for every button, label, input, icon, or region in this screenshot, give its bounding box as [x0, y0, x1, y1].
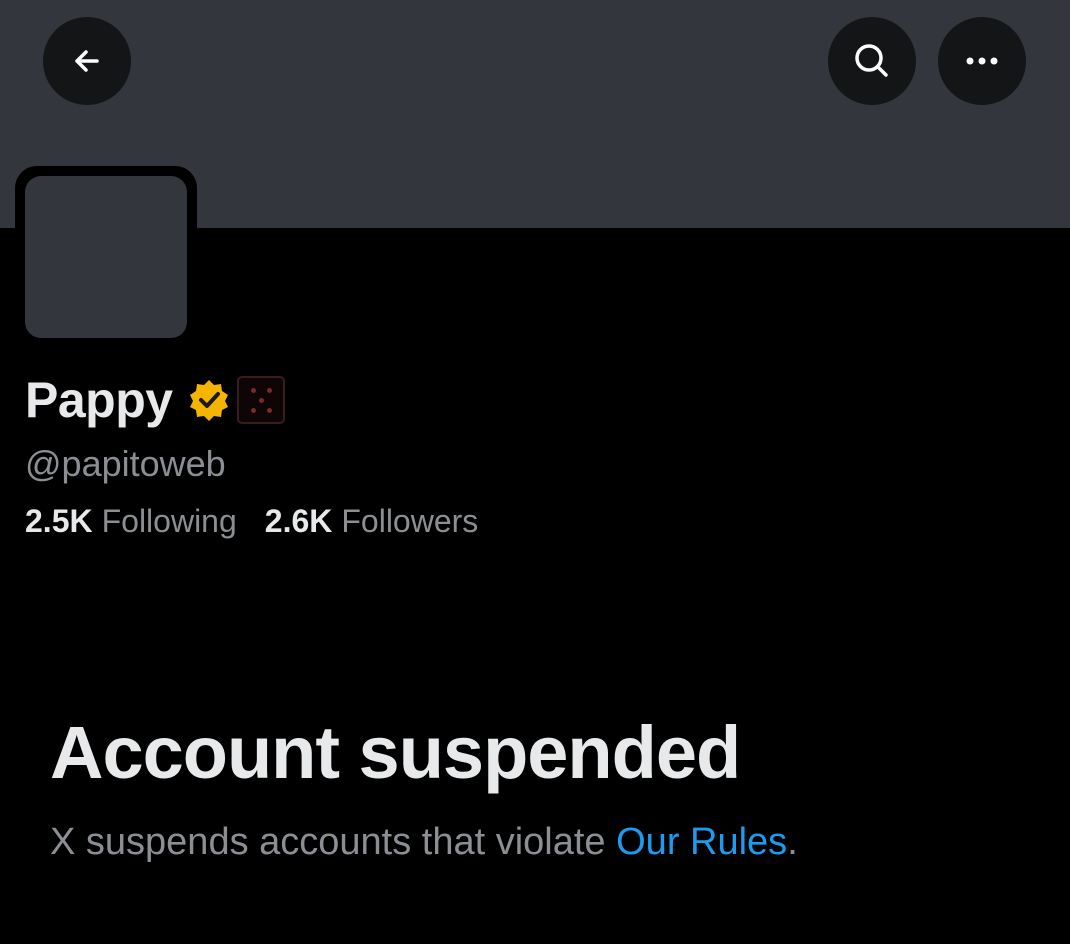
- following-label: Following: [101, 503, 237, 539]
- back-button[interactable]: [43, 17, 131, 105]
- followers-count: 2.6K: [264, 503, 333, 539]
- affiliate-badge-dot: [266, 408, 272, 413]
- affiliate-badge-dot: [250, 388, 256, 393]
- following-count: 2.5K: [25, 503, 93, 539]
- search-icon: [850, 39, 894, 83]
- affiliate-badge-dot: [250, 408, 256, 413]
- profile-name-row: Pappy: [25, 368, 285, 432]
- followers-label: Followers: [341, 503, 479, 539]
- affiliate-badge-icon[interactable]: [236, 376, 285, 424]
- profile-handle: @papitoweb: [25, 443, 226, 484]
- suspended-message-text: X suspends accounts that violate: [50, 821, 617, 863]
- display-name: Pappy: [25, 372, 173, 428]
- avatar-frame: [15, 166, 197, 348]
- avatar[interactable]: [25, 176, 187, 338]
- suspended-message: X suspends accounts that violate Our Rul…: [50, 820, 798, 866]
- following-stat[interactable]: 2.5K Following: [25, 502, 237, 540]
- more-horizontal-icon: [962, 55, 1002, 67]
- profile-stats: 2.5K Following 2.6K Followers: [25, 502, 478, 540]
- verified-check-badge-icon[interactable]: [187, 378, 231, 422]
- more-options-button[interactable]: [938, 17, 1026, 105]
- our-rules-link[interactable]: Our Rules: [616, 821, 787, 863]
- suspended-message-suffix: .: [787, 821, 798, 863]
- affiliate-badge-dot: [258, 398, 264, 403]
- affiliate-badge-dot: [266, 388, 272, 393]
- followers-stat[interactable]: 2.6K Followers: [265, 502, 479, 540]
- search-button[interactable]: [828, 17, 916, 105]
- suspended-title: Account suspended: [50, 711, 741, 794]
- arrow-left-icon: [67, 41, 107, 81]
